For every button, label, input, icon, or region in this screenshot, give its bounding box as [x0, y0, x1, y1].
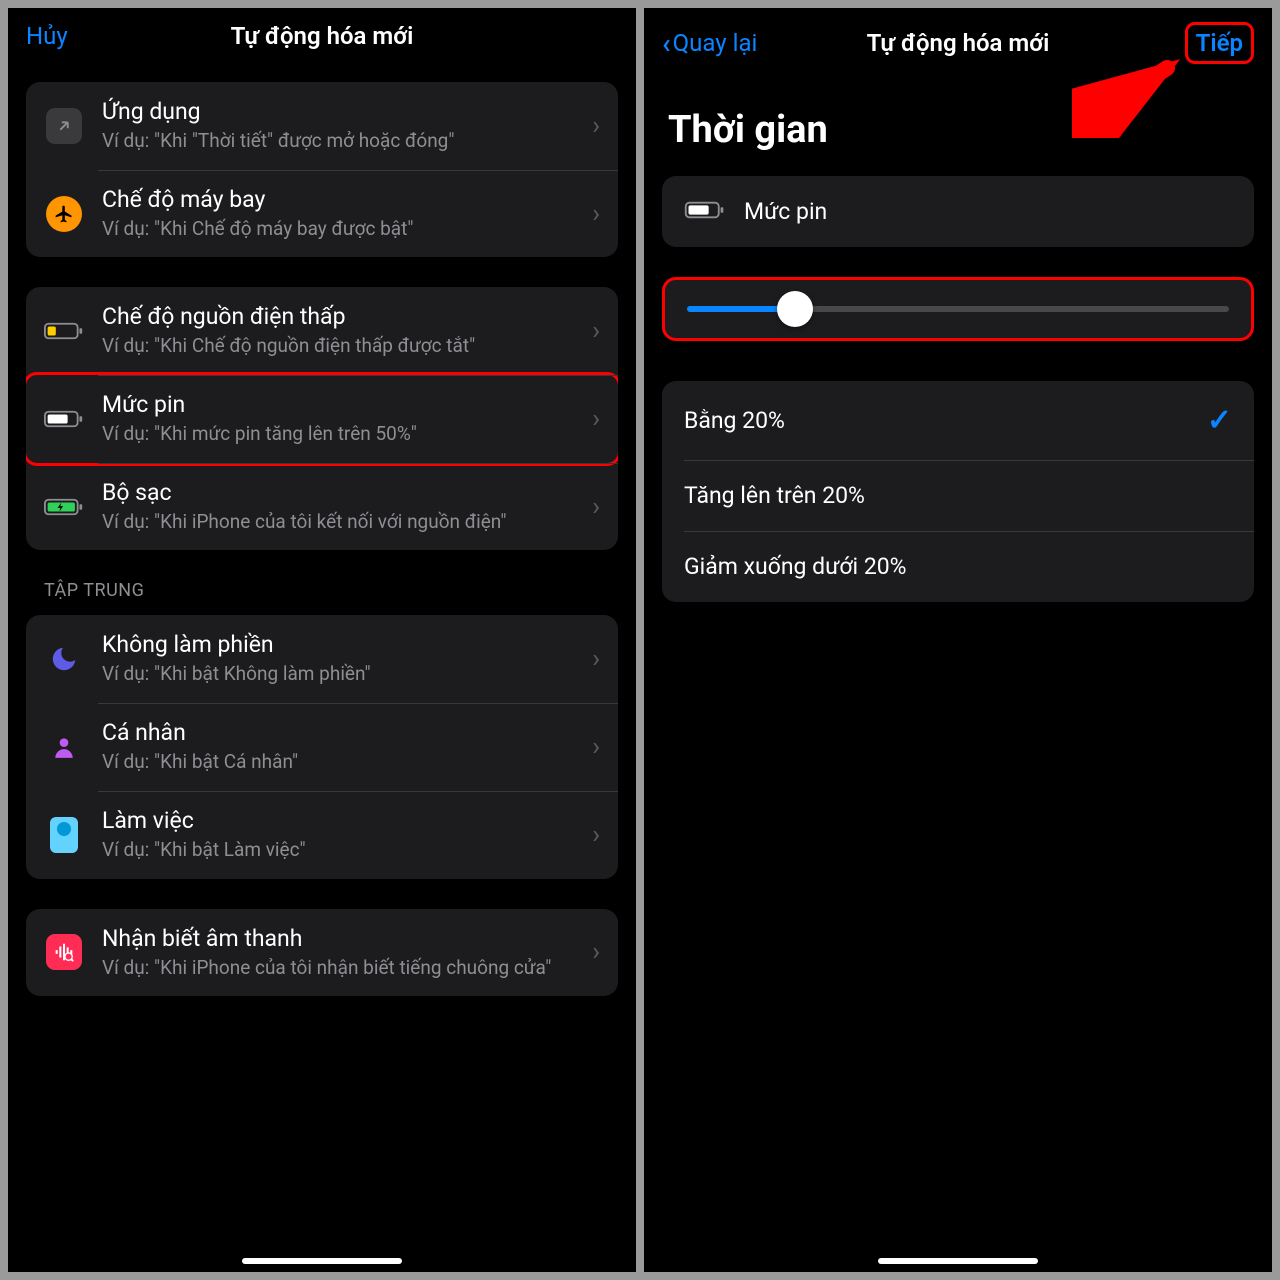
battery-percent-slider[interactable] — [662, 277, 1254, 341]
airplane-icon — [44, 194, 84, 234]
item-title: Chế độ máy bay — [102, 186, 584, 213]
focus-section-header: TẬP TRUNG — [26, 550, 618, 611]
content-area: Thời gian Mức pin Bằng 20% ✓ Tăng lên tr… — [644, 78, 1272, 1272]
condition-options: Bằng 20% ✓ Tăng lên trên 20% Giảm xuống … — [662, 381, 1254, 602]
next-button[interactable]: Tiếp — [1185, 22, 1254, 64]
item-subtitle: Ví dụ: "Khi bật Không làm phiền" — [102, 662, 584, 687]
battery-icon — [44, 399, 84, 439]
screen-right: ‹ Quay lại Tự động hóa mới Tiếp Thời gia… — [644, 8, 1272, 1272]
chevron-right-icon: › — [592, 937, 600, 967]
trigger-dnd[interactable]: Không làm phiền Ví dụ: "Khi bật Không là… — [26, 615, 618, 703]
option-falls-below[interactable]: Giảm xuống dưới 20% — [662, 531, 1254, 602]
moon-icon — [44, 639, 84, 679]
trigger-personal[interactable]: Cá nhân Ví dụ: "Khi bật Cá nhân" › — [26, 703, 618, 791]
option-equals[interactable]: Bằng 20% ✓ — [662, 381, 1254, 460]
item-title: Cá nhân — [102, 719, 584, 746]
slider-thumb[interactable] — [777, 291, 813, 327]
home-indicator[interactable] — [878, 1258, 1038, 1264]
navbar: Hủy Tự động hóa mới — [8, 8, 636, 64]
home-indicator[interactable] — [242, 1258, 402, 1264]
chevron-right-icon: › — [592, 492, 600, 522]
chevron-left-icon: ‹ — [662, 27, 671, 60]
item-subtitle: Ví dụ: "Khi "Thời tiết" được mở hoặc đón… — [102, 129, 584, 154]
trigger-sound-recognition[interactable]: Nhận biết âm thanh Ví dụ: "Khi iPhone củ… — [26, 909, 618, 997]
screen-left: Hủy Tự động hóa mới Ứng dụng Ví dụ: "Khi… — [8, 8, 636, 1272]
battery-level-row: Mức pin — [662, 176, 1254, 247]
item-title: Nhận biết âm thanh — [102, 925, 584, 952]
low-power-icon — [44, 311, 84, 351]
item-subtitle: Ví dụ: "Khi iPhone của tôi nhận biết tiế… — [102, 956, 584, 981]
cancel-button[interactable]: Hủy — [26, 22, 68, 50]
item-title: Ứng dụng — [102, 98, 584, 125]
item-title: Bộ sạc — [102, 479, 584, 506]
item-subtitle: Ví dụ: "Khi Chế độ nguồn điện thấp được … — [102, 334, 584, 359]
chevron-right-icon: › — [592, 316, 600, 346]
item-subtitle: Ví dụ: "Khi Chế độ máy bay được bật" — [102, 217, 584, 242]
trigger-group-sound: Nhận biết âm thanh Ví dụ: "Khi iPhone củ… — [26, 909, 618, 997]
chevron-right-icon: › — [592, 404, 600, 434]
item-title: Chế độ nguồn điện thấp — [102, 303, 584, 330]
chevron-right-icon: › — [592, 644, 600, 674]
item-title: Làm việc — [102, 807, 584, 834]
item-subtitle: Ví dụ: "Khi bật Làm việc" — [102, 838, 584, 863]
slider-track — [687, 306, 1229, 312]
chevron-right-icon: › — [592, 111, 600, 141]
chevron-right-icon: › — [592, 820, 600, 850]
trigger-low-power[interactable]: Chế độ nguồn điện thấp Ví dụ: "Khi Chế đ… — [26, 287, 618, 375]
trigger-work[interactable]: Làm việc Ví dụ: "Khi bật Làm việc" › — [26, 791, 618, 879]
trigger-battery-level[interactable]: Mức pin Ví dụ: "Khi mức pin tăng lên trê… — [26, 372, 618, 466]
person-icon — [44, 727, 84, 767]
option-label: Bằng 20% — [684, 407, 785, 434]
option-label: Giảm xuống dưới 20% — [684, 553, 907, 580]
app-icon — [44, 106, 84, 146]
trigger-group-apps: Ứng dụng Ví dụ: "Khi "Thời tiết" được mở… — [26, 82, 618, 257]
content-area: Ứng dụng Ví dụ: "Khi "Thời tiết" được mở… — [8, 64, 636, 1272]
item-subtitle: Ví dụ: "Khi iPhone của tôi kết nối với n… — [102, 510, 584, 535]
trigger-airplane-mode[interactable]: Chế độ máy bay Ví dụ: "Khi Chế độ máy ba… — [26, 170, 618, 258]
trigger-group-focus: Không làm phiền Ví dụ: "Khi bật Không là… — [26, 615, 618, 878]
item-title: Mức pin — [102, 391, 584, 418]
chevron-right-icon: › — [592, 732, 600, 762]
back-button[interactable]: ‹ Quay lại — [662, 27, 757, 60]
battery-icon — [684, 199, 726, 225]
section-title: Thời gian — [662, 78, 1254, 162]
option-label: Tăng lên trên 20% — [684, 482, 865, 509]
trigger-group-battery: Chế độ nguồn điện thấp Ví dụ: "Khi Chế đ… — [26, 287, 618, 550]
page-title: Tự động hóa mới — [231, 22, 414, 50]
navbar: ‹ Quay lại Tự động hóa mới Tiếp — [644, 8, 1272, 78]
option-rises-above[interactable]: Tăng lên trên 20% — [662, 460, 1254, 531]
work-badge-icon — [44, 815, 84, 855]
chevron-right-icon: › — [592, 199, 600, 229]
check-icon: ✓ — [1207, 403, 1232, 438]
page-title: Tự động hóa mới — [867, 29, 1050, 57]
item-subtitle: Ví dụ: "Khi bật Cá nhân" — [102, 750, 584, 775]
charger-icon — [44, 487, 84, 527]
trigger-app[interactable]: Ứng dụng Ví dụ: "Khi "Thời tiết" được mở… — [26, 82, 618, 170]
trigger-charger[interactable]: Bộ sạc Ví dụ: "Khi iPhone của tôi kết nố… — [26, 463, 618, 551]
back-label: Quay lại — [673, 29, 758, 57]
sound-recognition-icon — [44, 932, 84, 972]
battery-level-label: Mức pin — [744, 198, 827, 225]
item-subtitle: Ví dụ: "Khi mức pin tăng lên trên 50%" — [102, 422, 584, 447]
item-title: Không làm phiền — [102, 631, 584, 658]
